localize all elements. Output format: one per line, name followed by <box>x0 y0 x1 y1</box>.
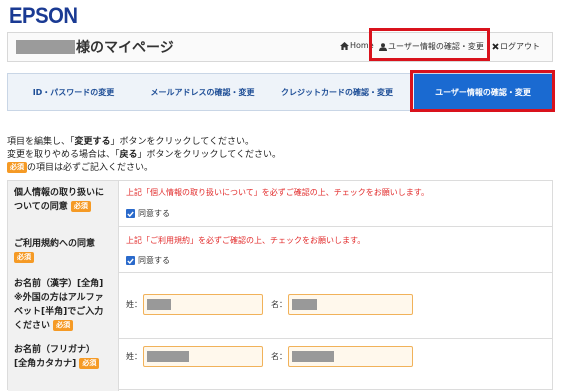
redacted-user-name <box>16 40 75 54</box>
logout-link[interactable]: ログアウト <box>492 41 540 52</box>
required-badge: 必須 <box>7 162 27 173</box>
terms-notice: 上記「ご利用規約」を必ずご確認の上、チェックをお願いします。 <box>126 236 366 245</box>
instruction-line-1: 項目を編集し、「変更する」ボタンをクリックしてください。 <box>7 137 254 147</box>
redacted-value <box>147 299 171 310</box>
name-kana-row: お名前（フリガナ） [全角カタカナ] 必須 姓： 名： <box>8 338 552 391</box>
last-name-label: 姓： <box>126 352 142 361</box>
required-badge: 必須 <box>53 320 74 331</box>
logout-label: ログアウト <box>500 42 540 51</box>
required-badge: 必須 <box>79 358 100 369</box>
highlight-user-info-link <box>369 28 490 61</box>
terms-agree-checkbox[interactable]: 同意する <box>126 255 170 266</box>
tab-credit-card[interactable]: クレジットカードの確認・変更 <box>266 74 408 110</box>
instruction-line-2: 変更を取りやめる場合は、「戻る」ボタンをクリックしてください。 <box>7 150 281 160</box>
home-icon <box>340 41 349 50</box>
terms-consent-row: ご利用規約への同意 必須 上記「ご利用規約」を必ずご確認の上、チェックをお願いし… <box>8 226 552 273</box>
first-name-label: 名： <box>271 300 287 309</box>
privacy-consent-row: 個人情報の取り扱いに ついての同意 必須 上記「個人情報の取り扱いについて」を必… <box>8 181 552 227</box>
checkbox-checked-icon <box>126 256 135 265</box>
highlight-user-info-tab <box>410 70 555 112</box>
redacted-value <box>147 351 189 362</box>
tab-label: ID・パスワードの変更 <box>32 87 115 97</box>
required-badge: 必須 <box>70 201 91 212</box>
redacted-value <box>292 351 334 362</box>
epson-logo[interactable]: EPSON <box>9 3 78 29</box>
checkbox-label: 同意する <box>138 209 170 218</box>
name-kanji-row: お名前（漢字）[全角] ※外国の方はアルファ ベット[半角]でご入力 ください … <box>8 272 552 339</box>
page-title: 様のマイページ <box>76 40 174 56</box>
required-badge: 必須 <box>14 252 34 263</box>
close-icon <box>492 43 499 50</box>
last-name-kana-input[interactable] <box>143 346 263 367</box>
tab-id-password[interactable]: ID・パスワードの変更 <box>8 74 139 110</box>
user-info-form: 個人情報の取り扱いに ついての同意 必須 上記「個人情報の取り扱いについて」を必… <box>7 180 553 391</box>
first-name-kana-input[interactable] <box>288 346 413 367</box>
tab-label: クレジットカードの確認・変更 <box>281 87 393 97</box>
name-kanji-label: お名前（漢字）[全角] ※外国の方はアルファ ベット[半角]でご入力 ください … <box>8 272 119 338</box>
instruction-line-3: 必須 の項目は必ずご記入ください。 <box>7 160 153 173</box>
first-name-label: 名： <box>271 352 287 361</box>
privacy-consent-label: 個人情報の取り扱いに ついての同意 必須 <box>8 181 119 226</box>
last-name-kanji-input[interactable] <box>143 294 263 315</box>
tab-label: メールアドレスの確認・変更 <box>150 87 255 97</box>
redacted-value <box>292 299 317 310</box>
checkbox-checked-icon <box>126 209 135 218</box>
terms-consent-label: ご利用規約への同意 必須 <box>8 226 119 272</box>
name-kana-label: お名前（フリガナ） [全角カタカナ] 必須 <box>8 338 119 391</box>
privacy-agree-checkbox[interactable]: 同意する <box>126 208 170 219</box>
last-name-label: 姓： <box>126 300 142 309</box>
first-name-kanji-input[interactable] <box>288 294 413 315</box>
tab-email[interactable]: メールアドレスの確認・変更 <box>139 74 266 110</box>
privacy-notice: 上記「個人情報の取り扱いについて」を必ずご確認の上、チェックをお願いします。 <box>126 188 429 197</box>
checkbox-label: 同意する <box>138 256 170 265</box>
